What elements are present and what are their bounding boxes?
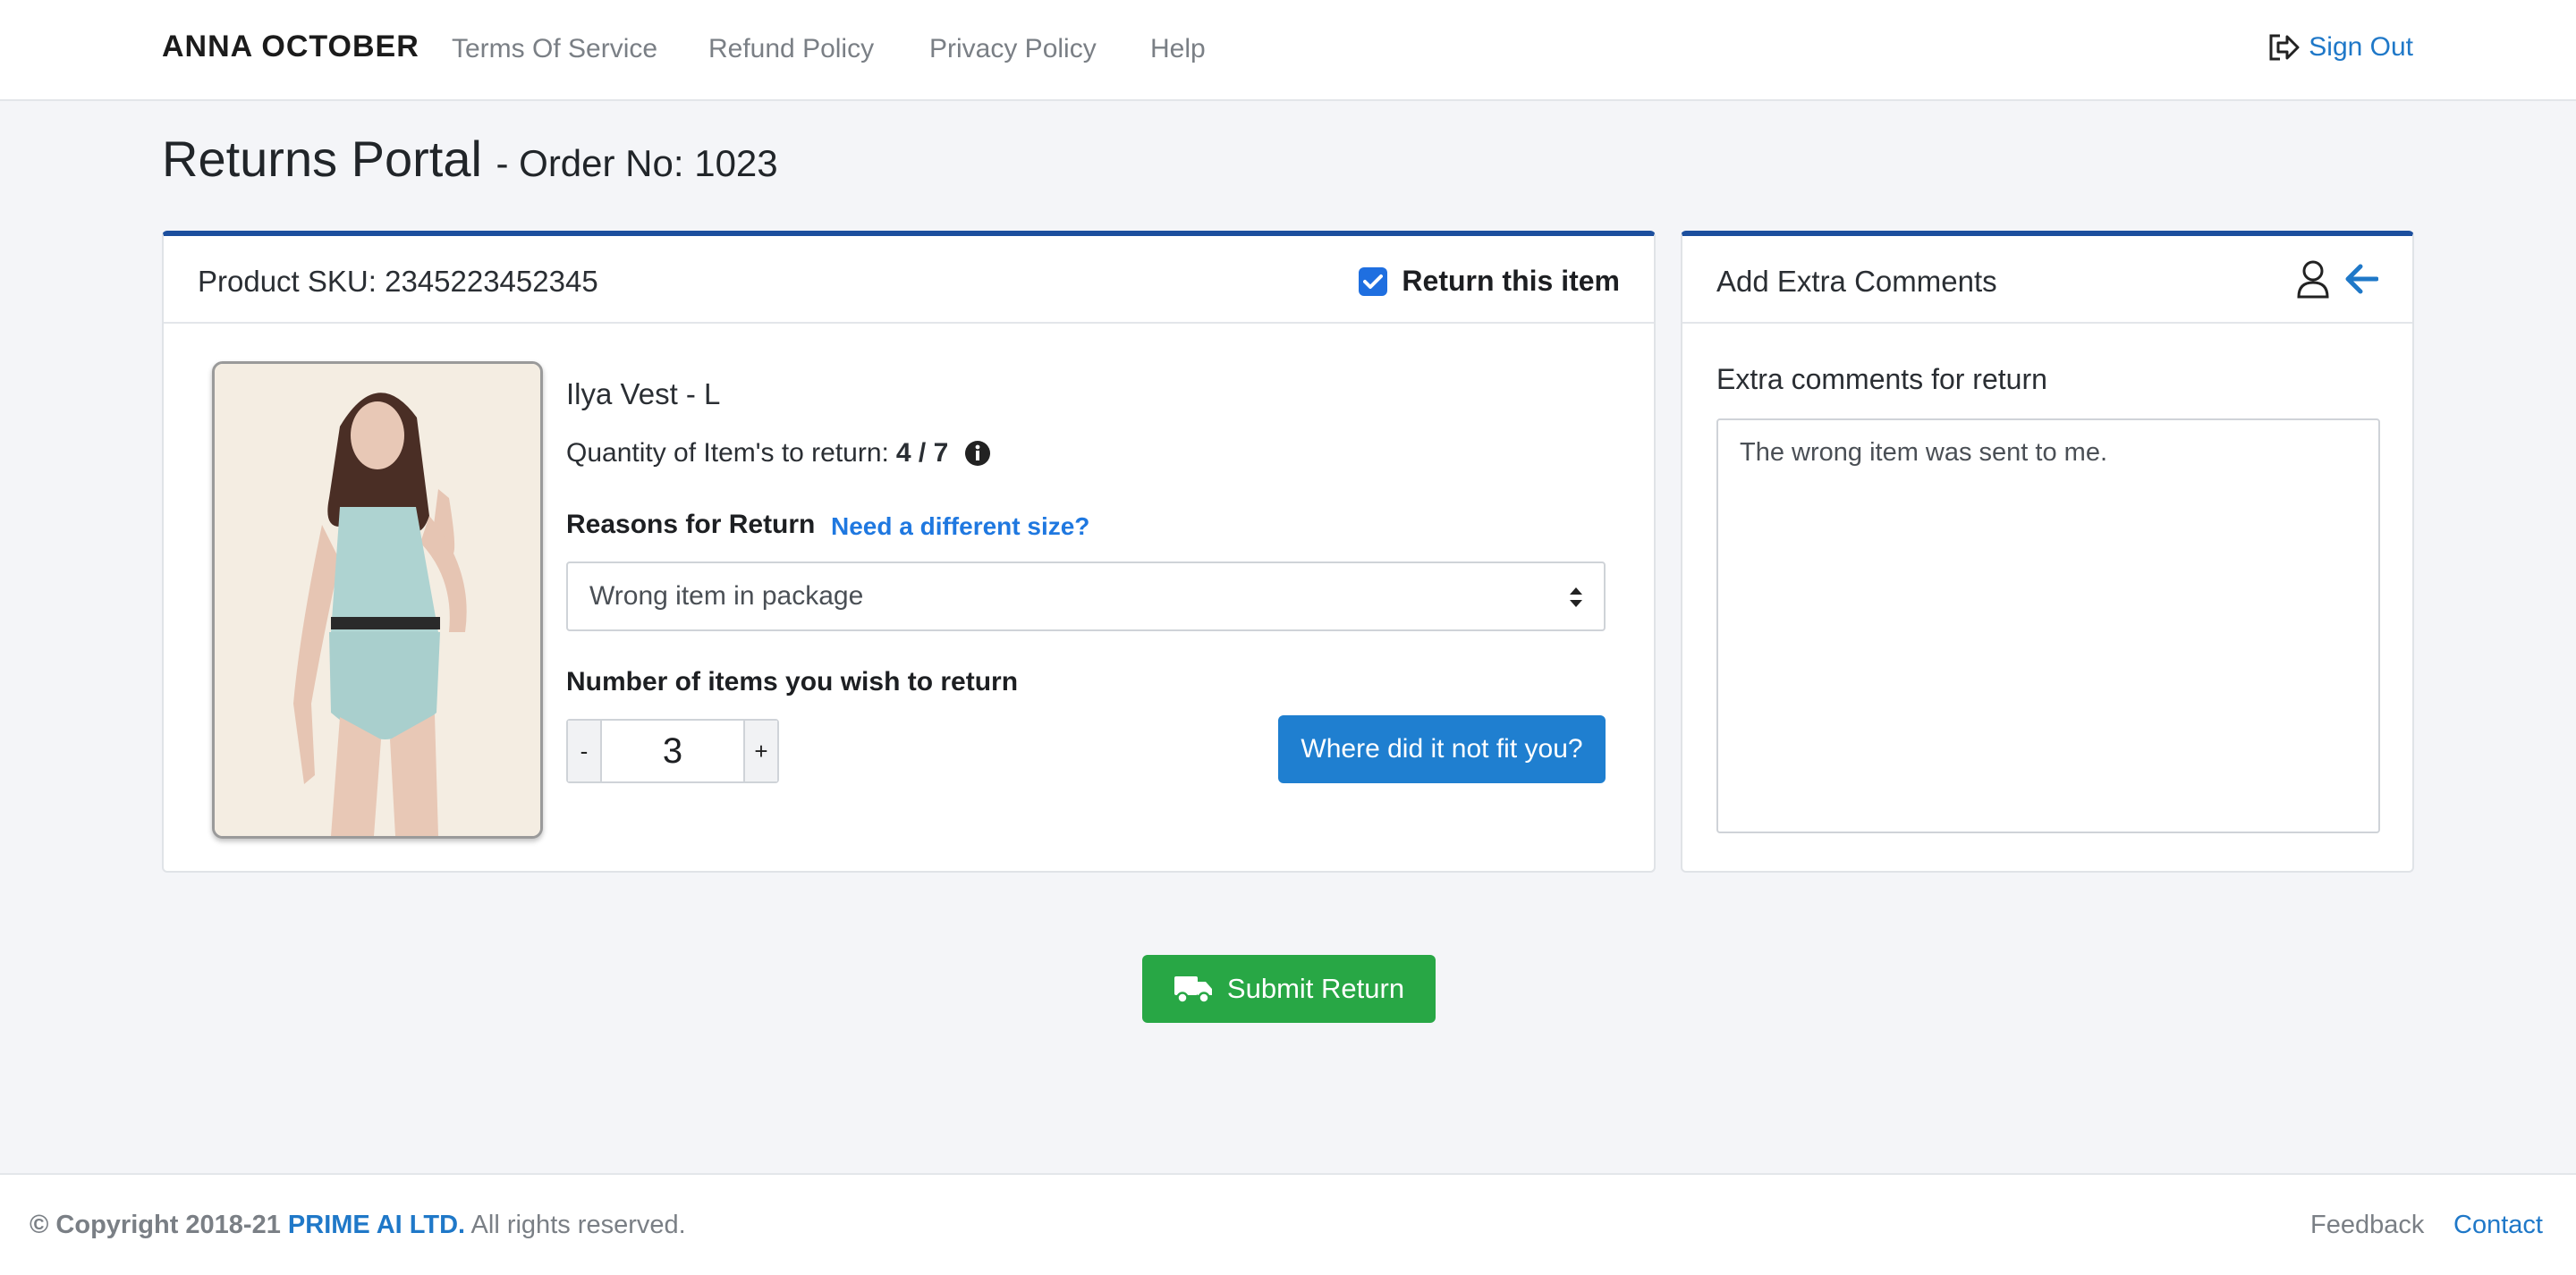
product-sku: Product SKU: 2345223452345 — [198, 265, 598, 298]
reason-select[interactable]: Wrong item in package — [566, 562, 1606, 631]
order-number: - Order No: 1023 — [496, 142, 778, 184]
where-did-it-not-fit-button[interactable]: Where did it not fit you? — [1278, 715, 1606, 783]
user-icon[interactable] — [2296, 259, 2330, 299]
nav-terms-of-service[interactable]: Terms Of Service — [452, 34, 657, 64]
submit-return-label: Submit Return — [1226, 973, 1405, 1004]
truck-icon — [1174, 976, 1212, 1004]
return-item-label: Return this item — [1402, 265, 1620, 297]
copyright-prefix: © Copyright 2018-21 — [30, 1211, 281, 1239]
decrement-button[interactable]: - — [568, 721, 600, 781]
select-arrows-icon — [1570, 587, 1582, 607]
extra-comments-textarea[interactable]: The wrong item was sent to me. — [1716, 418, 2380, 833]
footer: © Copyright 2018-21 PRIME AI LTD. All ri… — [0, 1173, 2576, 1275]
checkbox-checked-icon[interactable] — [1359, 266, 1388, 296]
footer-contact-link[interactable]: Contact — [2453, 1211, 2543, 1240]
sign-out-link[interactable]: Sign Out — [2267, 32, 2413, 63]
submit-return-button[interactable]: Submit Return — [1142, 955, 1436, 1023]
product-name: Ilya Vest - L — [566, 377, 721, 410]
copyright-text: © Copyright 2018-21 PRIME AI LTD. All ri… — [30, 1211, 686, 1240]
footer-feedback-link[interactable]: Feedback — [2310, 1211, 2424, 1240]
nav-help[interactable]: Help — [1150, 34, 1206, 64]
top-navbar: ANNA OCTOBER Terms Of Service Refund Pol… — [0, 0, 2576, 101]
quantity-to-return: Quantity of Item's to return: 4 / 7 — [566, 438, 991, 469]
increment-button[interactable]: + — [745, 721, 777, 781]
reason-selected-value: Wrong item in package — [589, 581, 864, 611]
page-title-main: Returns Portal — [162, 131, 482, 187]
brand-logo[interactable]: ANNA OCTOBER — [162, 30, 419, 64]
info-icon[interactable] — [964, 440, 991, 467]
sign-out-icon — [2269, 34, 2300, 61]
quantity-value: 4 / 7 — [895, 438, 949, 468]
product-image — [212, 361, 543, 839]
product-card-header: Product SKU: 2345223452345 Return this i… — [164, 236, 1654, 324]
extra-comments-label: Extra comments for return — [1716, 363, 2047, 395]
page-title: Returns Portal - Order No: 1023 — [162, 130, 778, 188]
comments-header-icons — [2282, 259, 2378, 299]
quantity-label: Quantity of Item's to return: — [566, 438, 889, 468]
nav-privacy-policy[interactable]: Privacy Policy — [929, 34, 1097, 64]
quantity-stepper: - 3 + — [566, 719, 779, 783]
rights-reserved: All rights reserved. — [470, 1211, 686, 1239]
company-link[interactable]: PRIME AI LTD. — [288, 1211, 465, 1239]
product-return-card: Product SKU: 2345223452345 Return this i… — [162, 231, 1656, 873]
number-of-items-label: Number of items you wish to return — [566, 667, 1019, 697]
arrow-left-icon[interactable] — [2344, 264, 2378, 294]
nav-refund-policy[interactable]: Refund Policy — [708, 34, 874, 64]
quantity-input[interactable]: 3 — [600, 721, 745, 781]
comments-card-header: Add Extra Comments — [1682, 236, 2412, 324]
comments-card-title: Add Extra Comments — [1716, 265, 1997, 298]
extra-comments-card: Add Extra Comments Extra comments for re… — [1681, 231, 2414, 873]
return-item-checkbox[interactable]: Return this item — [1359, 265, 1620, 298]
need-different-size-link[interactable]: Need a different size? — [831, 512, 1089, 541]
reasons-for-return-label: Reasons for Return — [566, 510, 816, 539]
sign-out-label: Sign Out — [2309, 32, 2413, 62]
